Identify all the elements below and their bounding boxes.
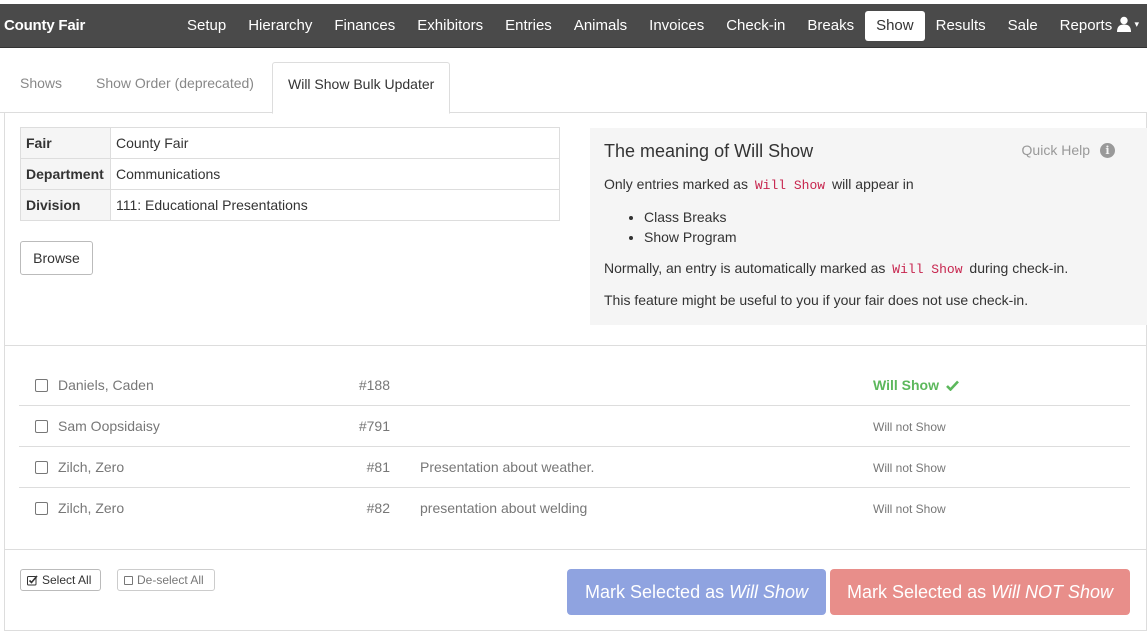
- entry-number: #791: [358, 418, 390, 434]
- entry-description: Presentation about weather.: [420, 459, 595, 475]
- select-all-button[interactable]: Select All: [20, 569, 101, 591]
- main-nav: Setup Hierarchy Finances Exhibitors Entr…: [176, 11, 1123, 41]
- mark-will-show-button[interactable]: Mark Selected as Will Show: [567, 569, 826, 615]
- will-not-show-status: Will not Show: [873, 420, 946, 434]
- entry-row: Zilch, Zero #81 Presentation about weath…: [19, 447, 1130, 488]
- browse-button[interactable]: Browse: [20, 241, 93, 275]
- button-text: Mark Selected as: [847, 581, 987, 602]
- checkmark-icon: [945, 380, 959, 392]
- select-all-label: Select All: [42, 573, 92, 587]
- entry-description: presentation about welding: [420, 500, 588, 516]
- info-key: Department: [20, 158, 111, 190]
- entry-name: Daniels, Caden: [58, 377, 154, 393]
- entry-row: Sam Oopsidaisy #791 Will not Show: [19, 406, 1130, 447]
- tab-will-show-bulk-updater[interactable]: Will Show Bulk Updater: [272, 62, 451, 114]
- nav-item-reports[interactable]: Reports: [1049, 11, 1124, 41]
- tab-show-order[interactable]: Show Order (deprecated): [81, 62, 269, 113]
- info-value: County Fair: [110, 127, 560, 159]
- button-emphasis: Will NOT Show: [991, 581, 1113, 602]
- deselect-all-button[interactable]: De-select All: [117, 569, 215, 591]
- entry-name: Sam Oopsidaisy: [58, 418, 160, 434]
- divider: [5, 549, 1146, 550]
- empty-box-icon: [124, 575, 133, 585]
- nav-item-check-in[interactable]: Check-in: [715, 11, 796, 41]
- info-key: Division: [20, 189, 111, 221]
- will-show-status: Will Show: [873, 377, 959, 393]
- info-value: 111: Educational Presentations: [110, 189, 560, 221]
- mark-will-not-show-button[interactable]: Mark Selected as Will NOT Show: [830, 569, 1130, 615]
- help-box: The meaning of Will Show Quick Help i On…: [590, 128, 1147, 325]
- help-list-item: Class Breaks: [644, 207, 1133, 227]
- checked-box-icon: [27, 574, 38, 585]
- entry-row: Zilch, Zero #82 presentation about weldi…: [19, 488, 1130, 529]
- help-text: will appear in: [831, 176, 914, 192]
- tab-shows[interactable]: Shows: [5, 62, 77, 113]
- top-navbar: County Fair Setup Hierarchy Finances Exh…: [0, 4, 1147, 48]
- entry-checkbox[interactable]: [35, 379, 48, 392]
- bulk-updater-panel: Fair County Fair Department Communicatio…: [4, 113, 1147, 631]
- will-show-code: Will Show: [754, 178, 826, 193]
- nav-item-exhibitors[interactable]: Exhibitors: [406, 11, 494, 41]
- info-row-department: Department Communications: [20, 158, 560, 190]
- entry-row: Daniels, Caden #188 Will Show: [19, 365, 1130, 406]
- nav-item-invoices[interactable]: Invoices: [638, 11, 715, 41]
- nav-item-hierarchy[interactable]: Hierarchy: [237, 11, 323, 41]
- status-text: Will Show: [873, 377, 939, 393]
- divider: [5, 345, 1146, 346]
- entry-checkbox[interactable]: [35, 502, 48, 515]
- deselect-all-label: De-select All: [137, 573, 204, 587]
- entry-number: #81: [366, 459, 390, 475]
- info-key: Fair: [20, 127, 111, 159]
- brand-name[interactable]: County Fair: [4, 17, 85, 34]
- help-text: Only entries marked as: [604, 176, 748, 192]
- will-show-code: Will Show: [892, 262, 963, 277]
- nav-item-sale[interactable]: Sale: [997, 11, 1049, 41]
- tab-bar: Shows Show Order (deprecated) Will Show …: [0, 62, 1147, 114]
- entries-list: Daniels, Caden #188 Will Show Sam Oopsid…: [19, 365, 1130, 529]
- entry-name: Zilch, Zero: [58, 459, 125, 475]
- button-text: Mark Selected as: [585, 581, 725, 602]
- quick-help-label: Quick Help: [1021, 142, 1090, 158]
- help-line-1: Only entries marked as Will Show will ap…: [604, 175, 1133, 195]
- help-line-2: Normally, an entry is automatically mark…: [604, 259, 1133, 279]
- entry-number: #82: [366, 500, 390, 516]
- info-value: Communications: [110, 158, 560, 190]
- nav-item-show[interactable]: Show: [865, 11, 925, 41]
- nav-item-setup[interactable]: Setup: [176, 11, 237, 41]
- nav-item-results[interactable]: Results: [925, 11, 997, 41]
- nav-item-breaks[interactable]: Breaks: [796, 11, 865, 41]
- entry-name: Zilch, Zero: [58, 500, 125, 516]
- help-line-3: This feature might be useful to you if y…: [604, 292, 1029, 308]
- info-icon: i: [1100, 142, 1115, 158]
- entry-checkbox[interactable]: [35, 461, 48, 474]
- chevron-down-icon: ▾: [1134, 18, 1139, 29]
- will-not-show-status: Will not Show: [873, 461, 946, 475]
- will-not-show-status: Will not Show: [873, 502, 946, 516]
- help-text: during check-in.: [969, 260, 1069, 276]
- help-text: Normally, an entry is automatically mark…: [604, 260, 886, 276]
- nav-item-entries[interactable]: Entries: [494, 11, 563, 41]
- division-info-table: Fair County Fair Department Communicatio…: [20, 127, 560, 221]
- user-icon: [1117, 16, 1132, 32]
- quick-help-link[interactable]: Quick Help i: [1022, 142, 1115, 158]
- entry-number: #188: [358, 377, 390, 393]
- help-list-item: Show Program: [644, 227, 1133, 247]
- button-emphasis: Will Show: [729, 581, 808, 602]
- nav-item-animals[interactable]: Animals: [563, 11, 638, 41]
- entry-checkbox[interactable]: [35, 420, 48, 433]
- info-row-fair: Fair County Fair: [20, 127, 560, 159]
- user-menu[interactable]: ▾: [1117, 16, 1139, 32]
- info-row-division: Division 111: Educational Presentations: [20, 189, 560, 221]
- nav-item-finances[interactable]: Finances: [323, 11, 406, 41]
- help-list: Class Breaks Show Program: [604, 207, 1133, 247]
